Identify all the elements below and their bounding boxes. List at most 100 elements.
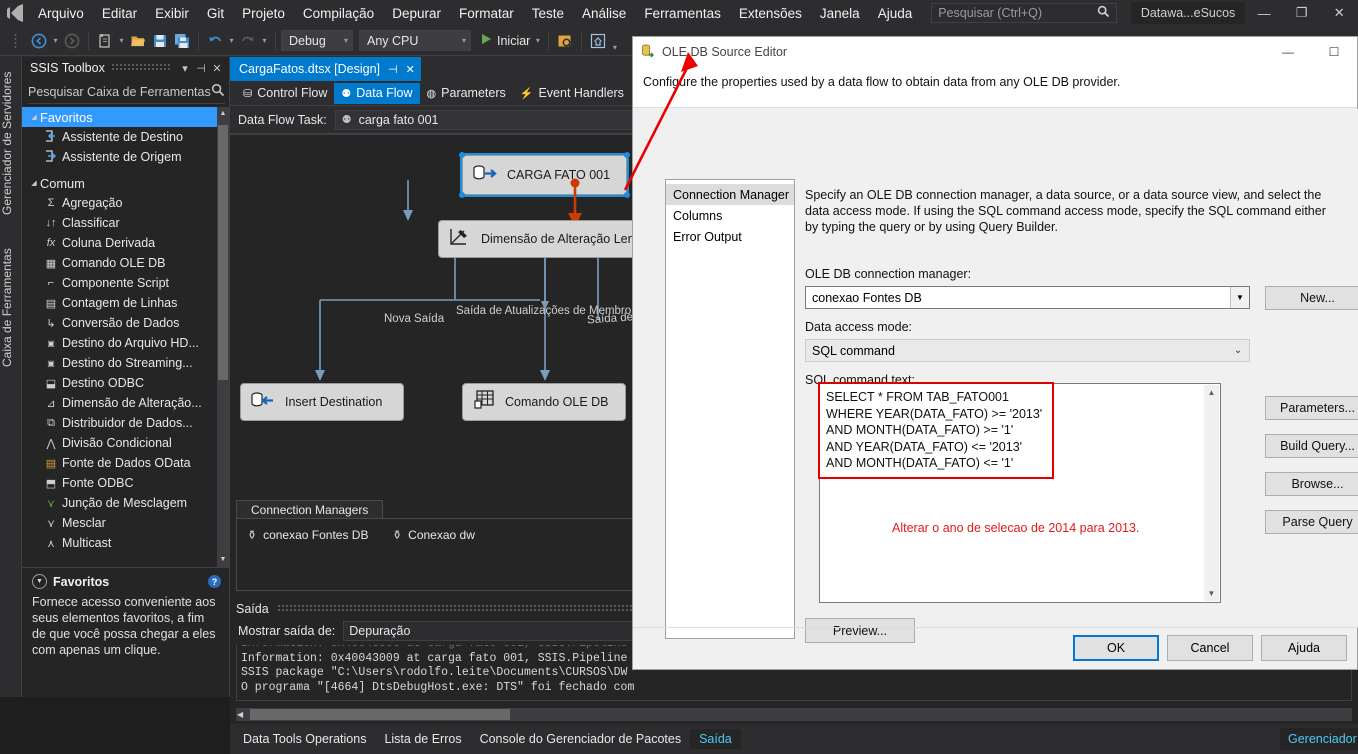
open-file-icon[interactable] — [127, 30, 149, 52]
output-scroll-thumb[interactable] — [250, 709, 510, 720]
toolbox-item-list[interactable]: ◢ Favoritos Assistente de Destino Assist… — [22, 107, 229, 567]
toolbox-pin-icon[interactable]: ⊣ — [193, 62, 209, 75]
menu-item-analise[interactable]: Análise — [573, 3, 635, 24]
window-close-button[interactable]: ✕ — [1320, 0, 1358, 26]
toolbox-item-distribuidor-de-dados[interactable]: ⧉ Distribuidor de Dados... — [22, 413, 229, 433]
ok-button[interactable]: OK — [1073, 635, 1159, 661]
menu-item-depurar[interactable]: Depurar — [383, 3, 450, 24]
bottom-tab-console-gerenciador-pacotes[interactable]: Console do Gerenciador de Pacotes — [471, 729, 691, 749]
dialog-minimize-button[interactable]: — — [1265, 37, 1311, 67]
window-minimize-button[interactable]: — — [1245, 0, 1283, 26]
tab-event-handlers[interactable]: ⚡ Event Handlers — [513, 83, 631, 104]
navigate-forward-icon[interactable] — [61, 30, 83, 52]
undo-dropdown-icon[interactable]: ▾ — [226, 36, 237, 45]
right-tab-gerenciador-de-solucoes[interactable]: Gerenciador de Soluções — [1280, 728, 1358, 750]
toolbox-item-multicast[interactable]: ⋏ Multicast — [22, 533, 229, 553]
toolbox-item-conversao-de-dados[interactable]: ↳ Conversão de Dados — [22, 313, 229, 333]
solution-platform-combo[interactable]: Any CPU ▾ — [359, 30, 471, 51]
navigate-backward-icon[interactable] — [28, 30, 50, 52]
connection-manager-conexao-dw[interactable]: ⚱ Conexao dw — [392, 528, 475, 542]
page-item-columns[interactable]: Columns — [666, 205, 794, 226]
node-carga-fato-001[interactable]: CARGA FATO 001 — [460, 153, 629, 197]
cancel-button[interactable]: Cancel — [1167, 635, 1253, 661]
page-item-error-output[interactable]: Error Output — [666, 226, 794, 247]
toolbox-scroll-thumb[interactable] — [218, 125, 228, 380]
toolbox-item-dimensao-alteracao-lenta[interactable]: ⊿ Dimensão de Alteração... — [22, 393, 229, 413]
toolbox-item-fonte-odbc[interactable]: ⬒ Fonte ODBC — [22, 473, 229, 493]
menu-item-formatar[interactable]: Formatar — [450, 3, 523, 24]
menu-item-ferramentas[interactable]: Ferramentas — [635, 3, 730, 24]
browse-button[interactable]: Browse... — [1265, 472, 1358, 496]
menu-item-git[interactable]: Git — [198, 3, 233, 24]
scroll-left-icon[interactable]: ◀ — [237, 708, 243, 721]
parse-query-button[interactable]: Parse Query — [1265, 510, 1358, 534]
toolbox-scrollbar[interactable]: ▲ ▼ — [217, 107, 229, 567]
menu-item-editar[interactable]: Editar — [93, 3, 146, 24]
node-handle[interactable] — [459, 152, 465, 158]
quick-search-input[interactable]: Pesquisar (Ctrl+Q) — [931, 3, 1117, 23]
close-icon[interactable]: ✕ — [406, 63, 415, 76]
toolbox-item-agregacao[interactable]: Σ Agregação — [22, 193, 229, 213]
ole-db-source-editor-dialog[interactable]: OLE DB Source Editor — ☐ Configure the p… — [632, 36, 1358, 670]
toolbox-item-destino-arquivo-hdfs[interactable]: ▣ Destino do Arquivo HD... — [22, 333, 229, 353]
toolbox-item-coluna-derivada[interactable]: fx Coluna Derivada — [22, 233, 229, 253]
toolbox-item-mesclar[interactable]: ⋎ Mesclar — [22, 513, 229, 533]
menu-item-arquivo[interactable]: Arquivo — [29, 3, 93, 24]
output-horizontal-scrollbar[interactable]: ◀ — [236, 708, 1352, 721]
save-all-icon[interactable] — [171, 30, 193, 52]
scroll-up-icon[interactable]: ▲ — [1204, 385, 1219, 400]
connection-manager-conexao-fontes-db[interactable]: ⚱ conexao Fontes DB — [247, 528, 368, 542]
node-handle[interactable] — [624, 152, 630, 158]
node-handle[interactable] — [459, 192, 465, 198]
toolbox-item-componente-script[interactable]: ⌐ Componente Script — [22, 273, 229, 293]
menu-item-compilacao[interactable]: Compilação — [294, 3, 383, 24]
sql-vertical-scrollbar[interactable]: ▲ ▼ — [1204, 385, 1219, 601]
menu-item-ajuda[interactable]: Ajuda — [869, 3, 922, 24]
new-project-icon[interactable] — [94, 30, 116, 52]
document-tab-cargafatos[interactable]: CargaFatos.dtsx [Design] ⊣ ✕ — [230, 57, 421, 81]
toolbox-item-destino-streaming[interactable]: ▣ Destino do Streaming... — [22, 353, 229, 373]
build-query-button[interactable]: Build Query... — [1265, 434, 1358, 458]
toolbox-item-assistente-de-destino[interactable]: Assistente de Destino — [22, 127, 229, 147]
scroll-down-icon[interactable]: ▼ — [1204, 586, 1219, 601]
toolbox-item-assistente-de-origem[interactable]: Assistente de Origem — [22, 147, 229, 167]
connection-manager-combo[interactable]: conexao Fontes DB ▼ — [805, 286, 1250, 309]
toolbox-search-input[interactable]: Pesquisar Caixa de Ferramentas — [28, 80, 225, 104]
toolbox-item-juncao-de-mesclagem[interactable]: ⋎ Junção de Mesclagem — [22, 493, 229, 513]
dialog-page-list[interactable]: Connection Manager Columns Error Output — [665, 179, 795, 639]
toolbox-group-favoritos[interactable]: ◢ Favoritos — [22, 107, 229, 127]
navigate-backward-dropdown-icon[interactable]: ▾ — [50, 36, 61, 45]
dialog-maximize-button[interactable]: ☐ — [1311, 37, 1357, 67]
toolbox-item-classificar[interactable]: ↓↑ Classificar — [22, 213, 229, 233]
start-debug-dropdown-icon[interactable]: ▾ — [532, 36, 543, 45]
new-project-dropdown-icon[interactable]: ▾ — [116, 36, 127, 45]
toolbox-item-divisao-condicional[interactable]: ⋀ Divisão Condicional — [22, 433, 229, 453]
toolbox-close-icon[interactable]: ✕ — [209, 62, 225, 75]
save-icon[interactable] — [149, 30, 171, 52]
data-access-mode-combo[interactable]: SQL command ⌄ — [805, 339, 1250, 362]
start-debug-button[interactable]: Iniciar — [479, 33, 532, 48]
node-comando-ole-db[interactable]: Comando OLE DB — [462, 383, 626, 421]
help-icon[interactable]: ? — [208, 575, 221, 588]
sql-command-textarea[interactable]: SELECT * FROM TAB_FATO001 WHERE YEAR(DAT… — [819, 383, 1221, 603]
menu-item-teste[interactable]: Teste — [523, 3, 573, 24]
toolbox-item-comando-ole-db[interactable]: ▦ Comando OLE DB — [22, 253, 229, 273]
node-handle[interactable] — [624, 192, 630, 198]
help-button[interactable]: Ajuda — [1261, 635, 1347, 661]
bottom-tab-saida[interactable]: Saída — [690, 729, 741, 749]
new-connection-button[interactable]: New... — [1265, 286, 1358, 310]
tab-control-flow[interactable]: ⛁ Control Flow — [236, 83, 334, 104]
menu-item-projeto[interactable]: Projeto — [233, 3, 294, 24]
page-item-connection-manager[interactable]: Connection Manager — [666, 184, 794, 205]
toolbar-overflow-icon[interactable]: ▾ — [609, 43, 620, 55]
redo-icon[interactable] — [237, 30, 259, 52]
menu-item-extensoes[interactable]: Extensões — [730, 3, 811, 24]
pin-icon[interactable]: ⊣ — [388, 63, 398, 76]
node-insert-destination[interactable]: Insert Destination — [240, 383, 404, 421]
menu-item-janela[interactable]: Janela — [811, 3, 869, 24]
chevron-down-icon[interactable]: ▼ — [32, 574, 47, 589]
toolbox-item-destino-odbc[interactable]: ⬓ Destino ODBC — [22, 373, 229, 393]
tab-parameters[interactable]: ◍ Parameters — [420, 83, 513, 104]
tab-data-flow[interactable]: ⚉ Data Flow — [334, 82, 420, 104]
redo-dropdown-icon[interactable]: ▾ — [259, 36, 270, 45]
